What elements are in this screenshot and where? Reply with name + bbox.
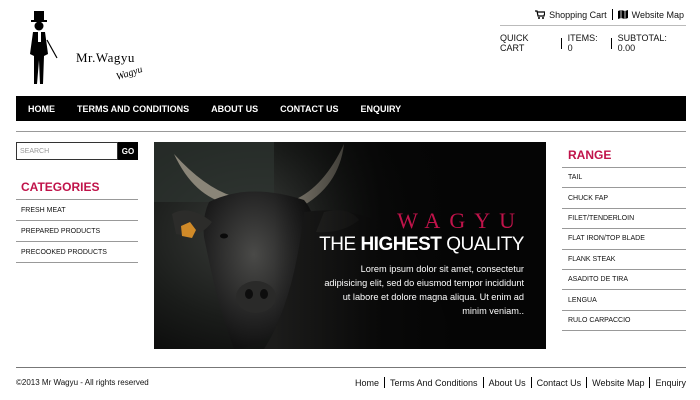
- divider: [649, 377, 651, 388]
- cart-items-count: ITEMS: 0: [567, 33, 598, 53]
- divider: [482, 377, 484, 388]
- nav-terms[interactable]: TERMS AND CONDITIONS: [77, 104, 189, 114]
- divider: [16, 367, 686, 368]
- range-item-filet-tenderloin[interactable]: FILET/TENDERLOIN: [562, 209, 686, 230]
- categories-title: CATEGORIES: [21, 180, 100, 194]
- footer-link-contact[interactable]: Contact Us: [537, 378, 582, 388]
- range-item-flank-steak[interactable]: FLANK STEAK: [562, 250, 686, 270]
- hero-banner[interactable]: WAGYU THE HIGHEST QUALITY Lorem ipsum do…: [154, 142, 546, 349]
- category-item-prepared-products[interactable]: PREPARED PRODUCTS: [16, 221, 138, 242]
- banner-headline-bold: HIGHEST: [360, 234, 442, 255]
- range-item-flat-iron[interactable]: FLAT IRON/TOP BLADE: [562, 229, 686, 250]
- nav-contact[interactable]: CONTACT US: [280, 104, 338, 114]
- range-item-rulo-carpaccio[interactable]: RULO CARPACCIO: [562, 311, 686, 332]
- cart-summary: QUICK CART ITEMS: 0 SUBTOTAL: 0.00: [500, 25, 686, 53]
- range-item-lengua[interactable]: LENGUA: [562, 290, 686, 311]
- divider: [610, 37, 612, 49]
- divider: [611, 9, 613, 20]
- range-item-chuck-fap[interactable]: CHUCK FAP: [562, 188, 686, 209]
- website-map-label: Website Map: [631, 9, 684, 20]
- footer-link-website-map[interactable]: Website Map: [592, 378, 644, 388]
- footer-link-about[interactable]: About Us: [489, 378, 526, 388]
- divider: [16, 131, 686, 132]
- quick-cart-link[interactable]: QUICK CART: [500, 33, 555, 53]
- top-links: Shopping Cart Website Map: [535, 9, 684, 20]
- logo[interactable]: Mr.Wagyu Wagyu: [24, 8, 144, 88]
- logo-signature: Wagyu: [114, 64, 144, 83]
- range-item-tail[interactable]: TAIL: [562, 168, 686, 189]
- nav-home[interactable]: HOME: [28, 104, 55, 114]
- nav-about[interactable]: ABOUT US: [211, 104, 258, 114]
- footer-link-home[interactable]: Home: [355, 378, 379, 388]
- category-item-precooked-products[interactable]: PRECOOKED PRODUCTS: [16, 242, 138, 263]
- footer-links: Home Terms And Conditions About Us Conta…: [355, 377, 686, 388]
- divider: [384, 377, 386, 388]
- banner-headline: THE HIGHEST QUALITY: [319, 234, 524, 256]
- main-nav: HOME TERMS AND CONDITIONS ABOUT US CONTA…: [16, 96, 686, 121]
- divider: [560, 37, 562, 49]
- cart-icon: [535, 10, 546, 19]
- banner-headline-post: QUALITY: [446, 234, 524, 255]
- logo-text: Mr.Wagyu: [76, 50, 135, 65]
- banner-headline-pre: THE: [319, 234, 356, 255]
- map-icon: [617, 10, 628, 19]
- banner-brand: WAGYU: [397, 208, 524, 233]
- search-input[interactable]: [16, 142, 118, 160]
- footer-link-terms[interactable]: Terms And Conditions: [390, 378, 478, 388]
- shopping-cart-label: Shopping Cart: [549, 9, 607, 20]
- nav-enquiry[interactable]: ENQUIRY: [361, 104, 402, 114]
- divider: [530, 377, 532, 388]
- copyright-text: ©2013 Mr Wagyu - All rights reserved: [16, 378, 149, 387]
- range-list: TAIL CHUCK FAP FILET/TENDERLOIN FLAT IRO…: [562, 167, 686, 332]
- gentleman-icon: [30, 11, 58, 84]
- website-map-link[interactable]: Website Map: [617, 9, 684, 20]
- divider: [586, 377, 588, 388]
- search-go-button[interactable]: GO: [118, 142, 138, 160]
- shopping-cart-link[interactable]: Shopping Cart: [535, 10, 607, 20]
- category-item-fresh-meat[interactable]: FRESH MEAT: [16, 200, 138, 221]
- range-title: RANGE: [568, 148, 612, 162]
- categories-list: FRESH MEAT PREPARED PRODUCTS PRECOOKED P…: [16, 199, 138, 263]
- footer-link-enquiry[interactable]: Enquiry: [655, 378, 686, 388]
- cart-subtotal: SUBTOTAL: 0.00: [617, 33, 667, 53]
- search-form: GO: [16, 142, 138, 160]
- range-item-asadito-de-tira[interactable]: ASADITO DE TIRA: [562, 270, 686, 291]
- banner-text: Lorem ipsum dolor sit amet, consectetur …: [324, 264, 524, 316]
